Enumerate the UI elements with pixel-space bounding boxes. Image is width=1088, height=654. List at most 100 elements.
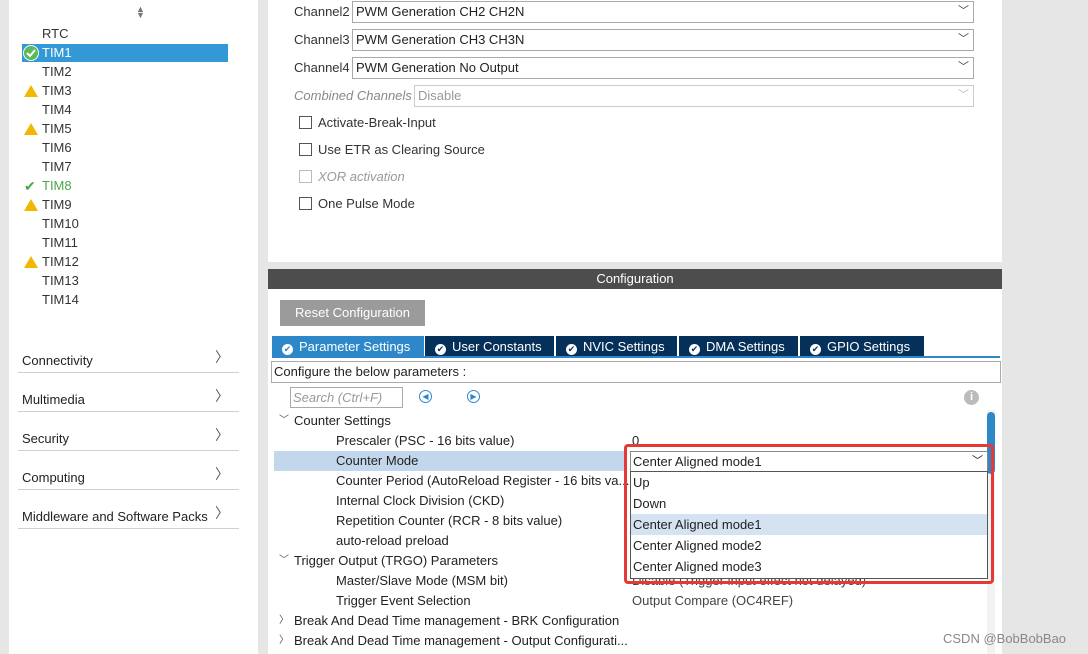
mode-panel: Channel2 PWM Generation CH2 CH2N ﹀ Channe… <box>268 0 1002 262</box>
sidebar-item-tim14[interactable]: TIM14 <box>22 291 228 309</box>
sidebar-item-label: TIM8 <box>42 178 72 193</box>
tab-label: Parameter Settings <box>299 339 411 354</box>
sidebar-item-rtc[interactable]: RTC <box>22 25 228 43</box>
warning-icon <box>24 123 38 135</box>
sidebar-item-tim13[interactable]: TIM13 <box>22 272 228 290</box>
next-icon[interactable]: ▶ <box>467 390 480 403</box>
search-input[interactable]: Search (Ctrl+F) <box>290 387 403 408</box>
channel2-select[interactable]: PWM Generation CH2 CH2N ﹀ <box>352 1 974 23</box>
chevron-right-icon[interactable]: 〉 <box>279 631 289 651</box>
activate-break-input-checkbox[interactable]: Activate-Break-Input <box>299 115 436 130</box>
sidebar-item-label: TIM11 <box>42 235 78 250</box>
chevron-right-icon[interactable]: 〉 <box>279 611 289 631</box>
tab-gpio-settings[interactable]: ✔ GPIO Settings <box>800 336 924 357</box>
sidebar-item-label: TIM9 <box>42 197 72 212</box>
channel3-select[interactable]: PWM Generation CH3 CH3N ﹀ <box>352 29 974 51</box>
sidebar-item-label: TIM13 <box>42 273 79 288</box>
sidebar-item-tim5[interactable]: TIM5 <box>22 120 228 138</box>
trigger-event-value[interactable]: Output Compare (OC4REF) <box>632 591 793 611</box>
clock-division-label: Internal Clock Division (CKD) <box>336 493 505 508</box>
chevron-down-icon[interactable]: ﹀ <box>279 551 289 571</box>
reset-configuration-button[interactable]: Reset Configuration <box>280 300 425 326</box>
info-icon[interactable]: i <box>964 390 979 405</box>
tab-dma-settings[interactable]: ✔ DMA Settings <box>679 336 798 357</box>
category-connectivity[interactable]: Connectivity 〉 <box>18 346 239 373</box>
sidebar-item-label: TIM10 <box>42 216 79 231</box>
brk-group[interactable]: 〉 Break And Dead Time management - BRK Co… <box>279 611 620 631</box>
warning-icon <box>24 199 38 211</box>
category-label: Middleware and Software Packs <box>22 509 208 524</box>
sidebar-item-label: TIM14 <box>42 292 79 307</box>
checkbox-label: One Pulse Mode <box>318 196 415 211</box>
highlight-annotation-box <box>624 444 994 584</box>
sidebar-item-tim3[interactable]: TIM3 <box>22 82 228 100</box>
xor-activation-checkbox: XOR activation <box>299 169 405 184</box>
check-circle-icon: ✔ <box>689 344 700 355</box>
sidebar-item-tim9[interactable]: TIM9 <box>22 196 228 214</box>
checkbox-label: XOR activation <box>318 169 405 184</box>
chevron-right-icon: 〉 <box>215 427 229 443</box>
channel4-select[interactable]: PWM Generation No Output ﹀ <box>352 57 974 79</box>
check-circle-icon: ✔ <box>810 344 821 355</box>
category-security[interactable]: Security 〉 <box>18 424 239 451</box>
tab-parameter-settings[interactable]: ✔ Parameter Settings <box>272 336 424 357</box>
channel2-value: PWM Generation CH2 CH2N <box>356 4 525 19</box>
chevron-down-icon: ﹀ <box>958 61 969 73</box>
sidebar-item-tim4[interactable]: TIM4 <box>22 101 228 119</box>
checkbox-label: Use ETR as Clearing Source <box>318 142 485 157</box>
checkbox-label: Activate-Break-Input <box>318 115 436 130</box>
category-multimedia[interactable]: Multimedia 〉 <box>18 385 239 412</box>
combined-channels-label: Combined Channels <box>294 88 412 103</box>
sidebar-item-tim12[interactable]: TIM12 <box>22 253 228 271</box>
output-config-group[interactable]: 〉 Break And Dead Time management - Output… <box>279 631 628 651</box>
check-circle-icon <box>23 45 39 61</box>
warning-icon <box>24 256 38 268</box>
checkbox-box[interactable] <box>299 116 312 129</box>
chevron-right-icon: 〉 <box>215 388 229 404</box>
trgo-group[interactable]: ﹀ Trigger Output (TRGO) Parameters <box>279 551 498 571</box>
checkbox-box[interactable] <box>299 197 312 210</box>
warning-icon <box>24 85 38 97</box>
combined-channels-select: Disable ﹀ <box>414 85 974 107</box>
combined-channels-value: Disable <box>418 88 462 103</box>
prescaler-label: Prescaler (PSC - 16 bits value) <box>336 433 515 448</box>
tab-label: GPIO Settings <box>827 339 911 354</box>
check-circle-icon: ✔ <box>566 344 577 355</box>
sidebar-item-tim11[interactable]: TIM11 <box>22 234 228 252</box>
tab-label: DMA Settings <box>706 339 785 354</box>
previous-icon[interactable]: ◀ <box>419 390 432 403</box>
channel4-value: PWM Generation No Output <box>356 60 519 75</box>
autoreload-preload-label: auto-reload preload <box>336 533 449 548</box>
chevron-right-icon: 〉 <box>215 349 229 365</box>
sidebar-item-tim8[interactable]: ✔ TIM8 <box>22 177 228 195</box>
counter-settings-group[interactable]: ﹀ Counter Settings <box>279 411 391 431</box>
group-label: Break And Dead Time management - BRK Con… <box>294 613 620 628</box>
use-etr-checkbox[interactable]: Use ETR as Clearing Source <box>299 142 485 157</box>
one-pulse-mode-checkbox[interactable]: One Pulse Mode <box>299 196 415 211</box>
category-computing[interactable]: Computing 〉 <box>18 463 239 490</box>
tab-underline <box>272 356 1000 358</box>
sidebar-item-tim1[interactable]: TIM1 <box>22 44 228 62</box>
sidebar-item-tim7[interactable]: TIM7 <box>22 158 228 176</box>
trigger-event-label: Trigger Event Selection <box>336 593 471 608</box>
category-middleware[interactable]: Middleware and Software Packs 〉 <box>18 502 239 529</box>
sidebar-item-label: TIM4 <box>42 102 72 117</box>
selected-row-highlight <box>274 451 624 471</box>
sort-arrows-icon[interactable]: ▲ ▼ <box>136 5 145 20</box>
tab-nvic-settings[interactable]: ✔ NVIC Settings <box>556 336 677 357</box>
channel3-label: Channel3 <box>294 32 350 47</box>
check-circle-icon: ✔ <box>282 344 293 355</box>
checkbox-box[interactable] <box>299 143 312 156</box>
sidebar-item-tim10[interactable]: TIM10 <box>22 215 228 233</box>
checkbox-box <box>299 170 312 183</box>
configuration-header: Configuration <box>268 269 1002 289</box>
sidebar-item-label: TIM6 <box>42 140 72 155</box>
tab-label: NVIC Settings <box>583 339 665 354</box>
tab-user-constants[interactable]: ✔ User Constants <box>425 336 554 357</box>
checkmark-icon: ✔ <box>24 178 36 194</box>
sidebar-item-tim2[interactable]: TIM2 <box>22 63 228 81</box>
chevron-right-icon: 〉 <box>215 466 229 482</box>
chevron-down-icon[interactable]: ﹀ <box>279 411 289 431</box>
sidebar-item-label: RTC <box>42 26 69 41</box>
sidebar-item-tim6[interactable]: TIM6 <box>22 139 228 157</box>
